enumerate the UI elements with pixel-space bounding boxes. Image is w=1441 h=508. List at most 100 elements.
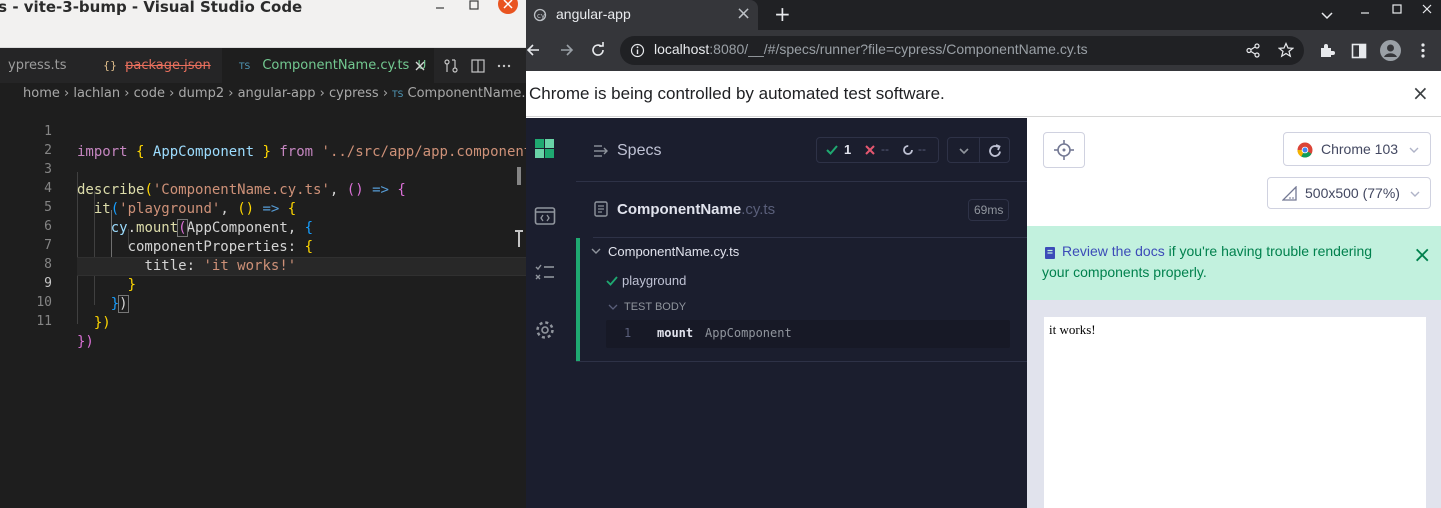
minimize-button[interactable] <box>432 0 448 14</box>
url-text: localhost:8080/__/#/specs/runner?file=cy… <box>654 41 1088 57</box>
site-info-icon[interactable] <box>630 43 645 58</box>
chevron-down-icon[interactable] <box>608 302 618 312</box>
infobar-close-icon[interactable]: × <box>1412 81 1429 105</box>
suite-name[interactable]: ComponentName.cy.ts <box>608 244 739 259</box>
code-line: 2 <box>0 124 526 158</box>
maximize-button[interactable] <box>1390 3 1404 17</box>
tab-componentname-cy-ts[interactable]: TS ComponentName.cy.ts U <box>222 48 434 83</box>
code-token: }) <box>93 315 111 331</box>
browser-tab[interactable]: cy angular-app × <box>526 0 758 30</box>
tab-cypress-ts[interactable]: ypress.ts <box>0 48 88 83</box>
profile-avatar-icon[interactable] <box>1380 40 1401 61</box>
chevron-down-icon <box>1408 144 1420 156</box>
test-body-label[interactable]: TEST BODY <box>624 301 686 313</box>
notice-text: Review the docs if you're having trouble… <box>1042 241 1402 283</box>
cypress-favicon-icon: cy <box>533 8 547 22</box>
code-editor[interactable]: 1 import { AppComponent } from '../src/a… <box>0 105 526 508</box>
runs-list-icon[interactable] <box>534 263 556 283</box>
close-button[interactable] <box>498 0 518 14</box>
code-line: 10 }) <box>0 276 526 331</box>
chevron-down-icon[interactable] <box>957 144 971 158</box>
specs-runner-icon[interactable] <box>534 206 556 226</box>
tab-label: ComponentName.cy.ts <box>262 58 410 73</box>
breadcrumb-item[interactable]: cypress <box>329 86 379 101</box>
breadcrumb-item[interactable]: ComponentName.cy.ts <box>408 86 526 101</box>
code-line: 11 }) <box>0 295 526 350</box>
viewport-selector[interactable]: 500x500 (77%) <box>1267 177 1431 209</box>
reload-icon[interactable] <box>590 42 606 58</box>
breadcrumb-item[interactable]: dump2 <box>178 86 224 101</box>
share-icon[interactable] <box>1246 43 1261 58</box>
divider <box>979 138 980 162</box>
code-line: 1 import { AppComponent } from '../src/a… <box>0 105 526 160</box>
ruler-icon <box>1282 186 1297 201</box>
source-control-diff-icon[interactable] <box>443 58 459 74</box>
selector-playground-button[interactable] <box>1043 132 1085 168</box>
notice-close-icon[interactable]: × <box>1413 245 1431 267</box>
bookmark-star-icon[interactable] <box>1278 42 1294 58</box>
automation-infobar: Chrome is being controlled by automated … <box>526 71 1441 117</box>
code-line: 8 } <box>0 238 526 293</box>
cypress-sidebar <box>526 118 576 508</box>
settings-gear-icon[interactable] <box>534 319 556 341</box>
code-line: 4 it('playground', () => { <box>0 162 526 217</box>
rerun-icon[interactable] <box>987 143 1003 159</box>
tab-search-icon[interactable] <box>1320 8 1334 22</box>
review-docs-link[interactable]: Review the docs <box>1062 243 1165 259</box>
fail-x-icon <box>864 144 876 156</box>
fail-count: -- <box>881 142 889 156</box>
specs-title[interactable]: Specs <box>617 142 661 160</box>
preview-pane: Chrome 103 500x500 (77%) Review the docs… <box>1027 118 1441 508</box>
editor-tabs: ypress.ts {} package.json TS ComponentNa… <box>0 48 526 83</box>
browser-selector[interactable]: Chrome 103 <box>1283 132 1431 166</box>
json-braces-icon: {} <box>103 59 117 72</box>
tab-label: package.json <box>125 58 211 73</box>
breadcrumb-item[interactable]: angular-app <box>238 86 316 101</box>
minimize-button[interactable] <box>1358 4 1372 18</box>
breadcrumb-item[interactable]: code <box>134 86 165 101</box>
tab-close-icon[interactable] <box>414 60 426 72</box>
test-name[interactable]: playground <box>622 273 686 288</box>
more-actions-icon[interactable] <box>496 58 512 74</box>
extensions-puzzle-icon[interactable] <box>1319 42 1336 59</box>
cypress-logo-icon[interactable] <box>535 139 555 159</box>
back-arrow-icon[interactable] <box>526 42 542 58</box>
tab-package-json[interactable]: {} package.json <box>88 48 222 83</box>
command-row[interactable]: 1 mount AppComponent <box>606 320 1010 348</box>
menu-bar <box>0 22 526 48</box>
specs-toggle-icon[interactable] <box>593 143 609 159</box>
docs-notice: Review the docs if you're having trouble… <box>1027 226 1441 300</box>
pass-check-icon <box>606 275 618 287</box>
vscode-window: ts - vite-3-bump - Visual Studio Code yp… <box>0 0 526 508</box>
divider <box>576 361 1027 362</box>
tab-strip: cy angular-app × + <box>526 0 1441 30</box>
svg-text:cy: cy <box>537 12 545 20</box>
chrome-logo-icon <box>1297 142 1313 158</box>
app-output-text: it works! <box>1049 322 1096 337</box>
forward-arrow-icon[interactable] <box>558 42 574 58</box>
maximize-button[interactable] <box>466 0 482 14</box>
code-line: 7 title: 'it works!' <box>0 219 526 274</box>
address-bar[interactable]: localhost:8080/__/#/specs/runner?file=cy… <box>620 36 1304 65</box>
code-line: 9 }) <box>0 257 526 313</box>
close-button[interactable] <box>1420 3 1434 17</box>
new-tab-button[interactable]: + <box>774 2 791 26</box>
breadcrumb-item[interactable]: lachlan <box>73 86 120 101</box>
spec-file-name: ComponentName.cy.ts <box>617 201 775 218</box>
chevron-down-icon[interactable] <box>590 245 602 257</box>
infobar-message: Chrome is being controlled by automated … <box>529 84 945 103</box>
command-argument: AppComponent <box>705 326 792 340</box>
chevron-down-icon <box>1409 188 1421 200</box>
tab-label: ypress.ts <box>8 58 67 73</box>
tab-close-icon[interactable]: × <box>736 3 751 24</box>
chrome-menu-icon[interactable] <box>1416 42 1430 59</box>
code-line: 5 cy.mount(AppComponent, { <box>0 181 526 237</box>
aut-iframe[interactable]: it works! <box>1044 317 1426 508</box>
breadcrumb-item[interactable]: home <box>23 86 60 101</box>
ts-icon: TS <box>392 90 404 100</box>
browser-toolbar: localhost:8080/__/#/specs/runner?file=cy… <box>526 30 1441 71</box>
viewport-label: 500x500 (77%) <box>1305 185 1400 201</box>
code-token: }) <box>77 334 94 350</box>
side-panel-icon[interactable] <box>1351 43 1367 59</box>
split-editor-icon[interactable] <box>470 58 486 74</box>
